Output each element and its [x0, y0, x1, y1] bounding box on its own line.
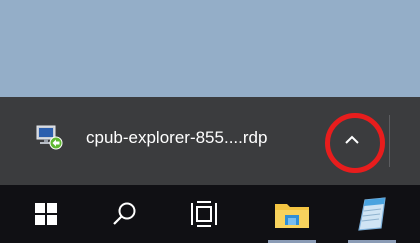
- download-filename: cpub-explorer-855....rdp: [86, 128, 268, 147]
- download-item[interactable]: cpub-explorer-855....rdp: [0, 97, 320, 185]
- search-button[interactable]: [97, 185, 153, 243]
- taskbar-app-file-explorer[interactable]: [262, 185, 322, 243]
- divider: [389, 115, 390, 167]
- task-view-icon: [191, 201, 217, 227]
- start-button[interactable]: [18, 185, 74, 243]
- task-view-button[interactable]: [176, 185, 232, 243]
- desktop-background: [0, 0, 420, 97]
- download-bar: cpub-explorer-855....rdp: [0, 97, 420, 185]
- remote-desktop-icon: [35, 124, 63, 150]
- notepad-icon: [358, 197, 386, 231]
- show-more-button[interactable]: [331, 119, 373, 161]
- folder-icon: [275, 204, 309, 228]
- taskbar: [0, 185, 420, 243]
- chevron-up-icon: [345, 135, 359, 144]
- windows-logo-icon: [35, 203, 57, 225]
- search-icon: [113, 202, 136, 225]
- taskbar-app-notepad[interactable]: [342, 185, 402, 243]
